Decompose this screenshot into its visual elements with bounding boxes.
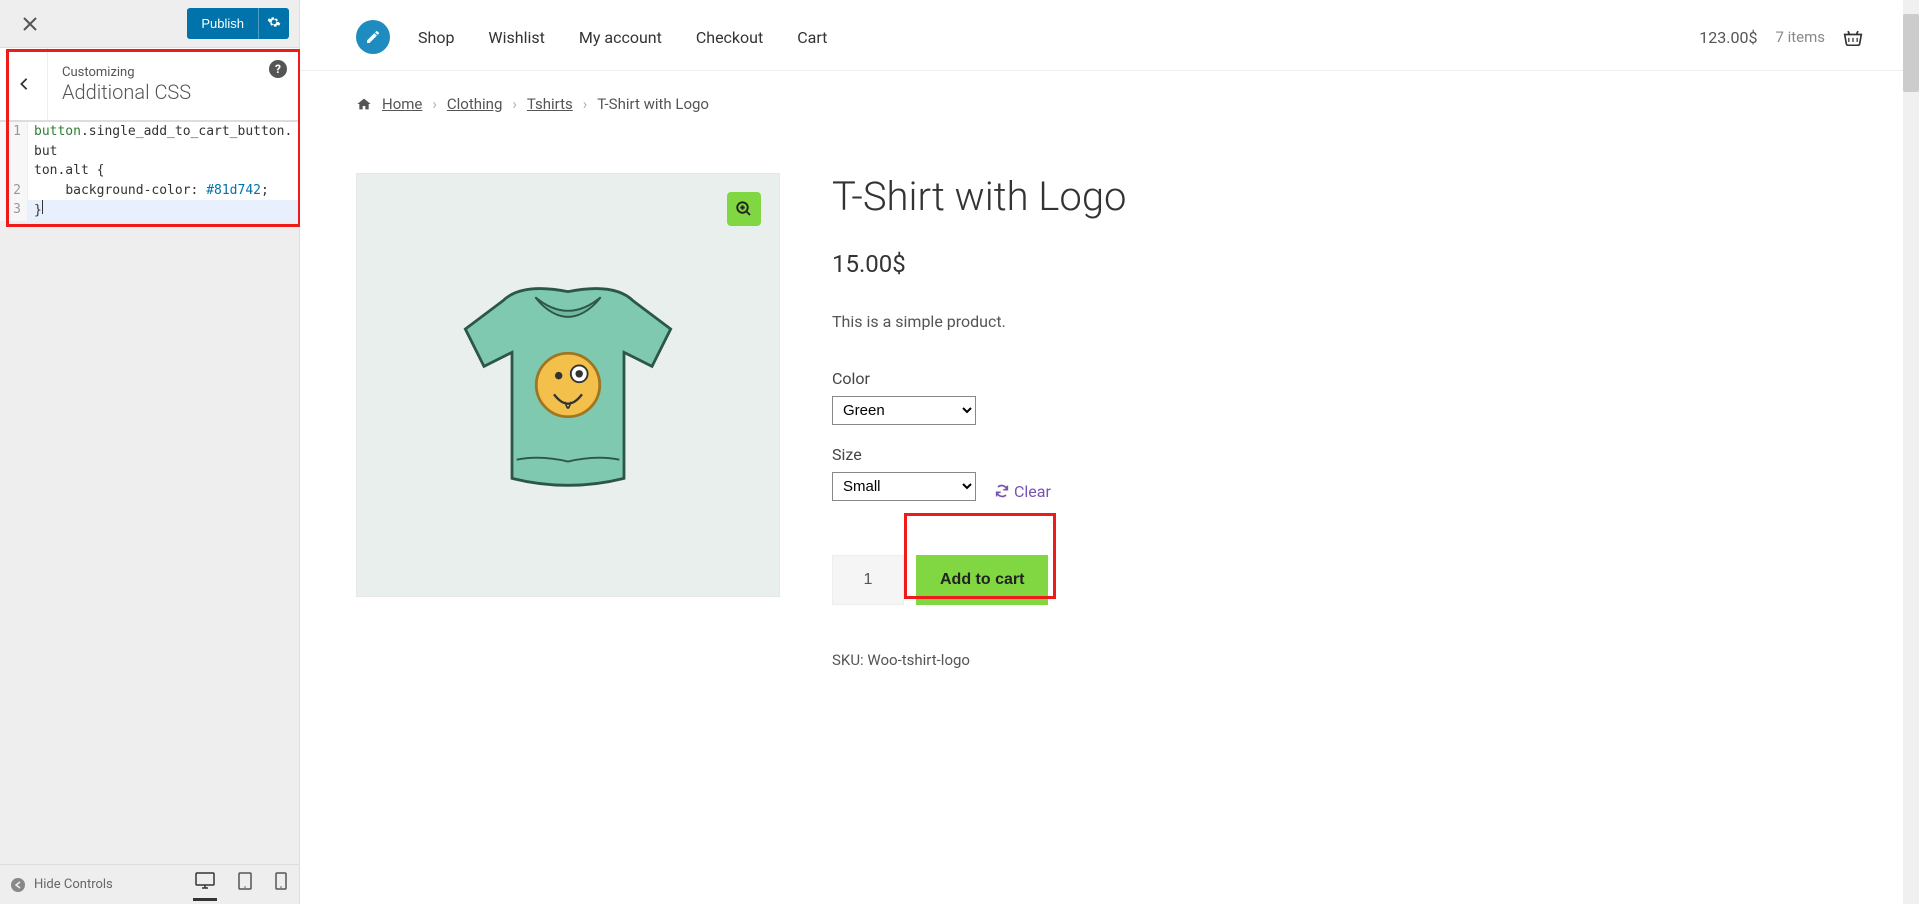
product-section: T-Shirt with Logo 15.00$ This is a simpl…	[300, 121, 1919, 689]
variation-color-label: Color	[832, 369, 1432, 388]
product-price: 15.00$	[832, 250, 1432, 278]
cart-items-count: 7 items	[1775, 28, 1825, 46]
scrollbar[interactable]	[1903, 0, 1919, 904]
zoom-button[interactable]	[727, 192, 761, 226]
pencil-icon	[365, 29, 381, 45]
customizer-title: Additional CSS	[62, 80, 285, 104]
desktop-icon	[195, 872, 215, 890]
device-tablet-button[interactable]	[235, 868, 255, 901]
customizer-sidebar: Publish Customizing Additional CSS ? 1 b…	[0, 0, 300, 904]
nav-cart[interactable]: Cart	[797, 28, 827, 47]
nav-account[interactable]: My account	[579, 28, 662, 47]
customizer-header: Customizing Additional CSS ?	[0, 48, 299, 121]
product-sku: SKU: Woo-tshirt-logo	[832, 651, 1432, 669]
device-desktop-button[interactable]	[193, 868, 217, 901]
publish-settings-button[interactable]	[258, 8, 289, 39]
nav-shop[interactable]: Shop	[418, 28, 454, 47]
css-editor[interactable]: 1 button.single_add_to_cart_button.butto…	[0, 121, 299, 221]
site-header: Shop Wishlist My account Checkout Cart 1…	[300, 0, 1919, 71]
breadcrumb-clothing[interactable]: Clothing	[447, 95, 503, 113]
gear-icon	[267, 15, 281, 29]
customizer-suptitle: Customizing	[62, 65, 285, 80]
publish-button[interactable]: Publish	[187, 9, 258, 38]
variation-size-select[interactable]: Small	[832, 472, 976, 501]
site-preview: Shop Wishlist My account Checkout Cart 1…	[300, 0, 1919, 904]
basket-icon	[1843, 28, 1863, 46]
variation-size-label: Size	[832, 445, 976, 464]
customizer-footer: Hide Controls	[0, 864, 299, 904]
cart-summary[interactable]: 123.00$ 7 items	[1699, 28, 1863, 47]
breadcrumb-tshirts[interactable]: Tshirts	[527, 95, 573, 113]
add-to-cart-button[interactable]: Add to cart	[916, 555, 1048, 605]
main-nav: Shop Wishlist My account Checkout Cart	[418, 28, 827, 47]
nav-checkout[interactable]: Checkout	[696, 28, 763, 47]
refresh-icon	[994, 483, 1010, 499]
home-icon	[356, 97, 372, 111]
product-description: This is a simple product.	[832, 312, 1432, 331]
product-image[interactable]	[428, 245, 708, 525]
magnify-plus-icon	[735, 200, 753, 218]
quantity-input[interactable]	[832, 555, 904, 605]
cart-total: 123.00$	[1699, 28, 1757, 47]
product-title: T-Shirt with Logo	[832, 173, 1432, 220]
nav-wishlist[interactable]: Wishlist	[488, 28, 544, 47]
breadcrumb-home[interactable]: Home	[382, 95, 422, 113]
breadcrumb: Home › Clothing › Tshirts › T-Shirt with…	[300, 71, 1919, 121]
clear-variations-link[interactable]: Clear	[994, 482, 1051, 501]
variation-color-select[interactable]: Green	[832, 396, 976, 425]
mobile-icon	[275, 872, 287, 890]
help-icon: ?	[275, 62, 281, 76]
breadcrumb-current: T-Shirt with Logo	[597, 95, 709, 113]
hide-controls-button[interactable]: Hide Controls	[10, 877, 113, 893]
close-icon	[22, 16, 38, 32]
back-button[interactable]	[0, 48, 48, 120]
help-button[interactable]: ?	[269, 60, 287, 78]
collapse-icon	[10, 877, 26, 893]
close-customizer-button[interactable]	[10, 4, 50, 44]
scrollbar-thumb[interactable]	[1903, 14, 1919, 92]
chevron-left-icon	[17, 77, 31, 91]
site-logo[interactable]	[356, 20, 390, 54]
device-mobile-button[interactable]	[273, 868, 289, 901]
tablet-icon	[237, 872, 253, 890]
product-gallery	[356, 173, 780, 597]
